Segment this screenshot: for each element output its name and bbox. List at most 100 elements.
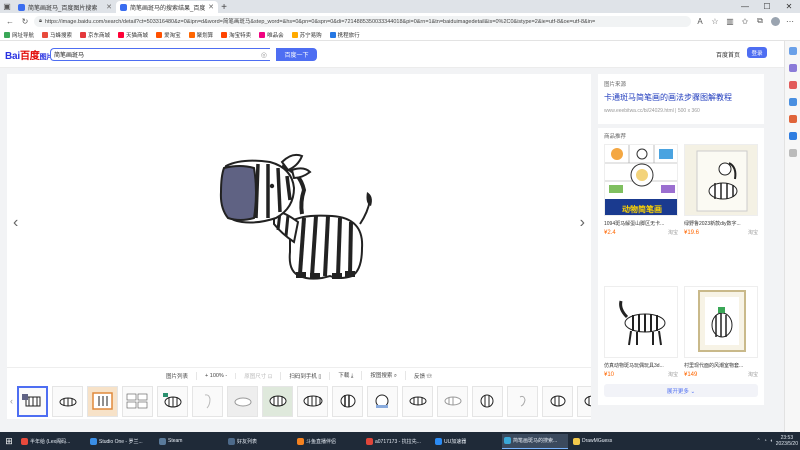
tab-search-results[interactable]: 简笔画斑马_百度图片搜索 ✕: [14, 1, 116, 13]
login-button[interactable]: 登录: [747, 47, 767, 58]
favorite-star-icon[interactable]: ☆: [709, 15, 721, 27]
bookmark-item[interactable]: 唯品会: [259, 31, 284, 39]
next-image-icon[interactable]: ›: [580, 214, 585, 232]
taskbar-app-label: Steam: [168, 438, 183, 444]
tray-chevron-icon[interactable]: ⌃: [756, 438, 760, 444]
taskbar-app[interactable]: UU加速器: [433, 434, 499, 449]
thumbnail[interactable]: [17, 385, 48, 417]
thumbnail[interactable]: [122, 385, 153, 417]
windows-start-icon[interactable]: ⊞: [2, 434, 16, 448]
taskbar-app[interactable]: Steam: [157, 434, 223, 449]
tab-title: 简笔画斑马_百度图片搜索: [28, 5, 98, 12]
search-by-image-button[interactable]: 按图搜索 ⌕: [362, 371, 406, 380]
zoom-control[interactable]: + 100% -: [197, 372, 237, 379]
thumbnail[interactable]: [227, 385, 258, 417]
feedback-button[interactable]: 反馈 ☏: [406, 372, 440, 380]
taskbar-app[interactable]: 简笔画斑马的搜索...: [502, 433, 568, 449]
add-icon[interactable]: [788, 149, 797, 157]
baidu-home-link[interactable]: 百度首页: [716, 50, 740, 59]
search-input[interactable]: 简笔画斑马 ◎: [50, 48, 270, 61]
taskbar-app[interactable]: 斗鱼直播伴侣: [295, 434, 361, 449]
bookmark-item[interactable]: 京东商城: [80, 31, 110, 39]
new-tab-icon[interactable]: +: [218, 1, 230, 13]
search-icon[interactable]: [788, 47, 797, 55]
favorites-icon[interactable]: ✩: [739, 15, 751, 27]
taskbar-app[interactable]: 好友列表: [226, 434, 292, 449]
thumbnail[interactable]: [367, 385, 398, 417]
thumbnail[interactable]: [87, 385, 118, 417]
taskbar-app[interactable]: DrawMGuess: [571, 434, 637, 449]
maximize-icon[interactable]: ☐: [756, 0, 778, 13]
split-screen-icon[interactable]: ▥: [724, 15, 736, 27]
app-icon: [228, 437, 235, 445]
thumbnail-strip: ‹ ›: [7, 383, 591, 419]
tab-image-detail[interactable]: 简笔画斑马的搜索结果_百度图片 ✕: [116, 1, 218, 13]
thumbnail[interactable]: [507, 385, 538, 417]
original-size-button[interactable]: 原图尺寸 ⊡: [236, 371, 282, 380]
avatar[interactable]: [769, 15, 781, 27]
product-card[interactable]: 绿野鲁2023新款diy数字... ¥19.6 淘宝: [684, 144, 758, 236]
taskbar-app[interactable]: Studio One - 罗兰...: [88, 434, 154, 449]
close-tab-icon[interactable]: ✕: [208, 3, 214, 11]
product-card[interactable]: 动物简笔画 1094斑马解蛋山脚区无卡... ¥2.4 淘宝: [604, 144, 678, 236]
minimize-icon[interactable]: —: [734, 0, 756, 13]
network-icon[interactable]: ◔: [764, 438, 767, 444]
bookmark-item[interactable]: 苏宁易购: [291, 31, 322, 39]
read-aloud-icon[interactable]: A: [694, 15, 706, 27]
show-more-button[interactable]: 展开更多 ⌄: [604, 384, 758, 397]
thumbnail[interactable]: [472, 385, 503, 417]
bookmark-item[interactable]: 携程旅行: [329, 31, 360, 39]
bookmark-item[interactable]: 淘宝特卖: [221, 31, 251, 39]
baidu-logo[interactable]: Bai百度图片: [5, 47, 53, 62]
camera-icon[interactable]: ◎: [261, 51, 267, 59]
close-tab-icon[interactable]: ✕: [106, 3, 112, 11]
bookmark-label: 网址导航: [12, 32, 35, 39]
thumbnail[interactable]: [332, 385, 363, 417]
thumbnail[interactable]: [192, 385, 223, 417]
taskbar-app-label: 简笔画斑马的搜索...: [513, 438, 558, 444]
tools-icon[interactable]: [788, 81, 797, 89]
prev-image-icon[interactable]: ‹: [13, 214, 18, 232]
back-icon[interactable]: ←: [4, 15, 16, 27]
games-icon[interactable]: [788, 98, 797, 106]
bookmark-item[interactable]: 马蜂搜索: [42, 31, 72, 39]
clock[interactable]: 23:53 2023/5/20: [776, 435, 798, 447]
bookmark-item[interactable]: 爱淘宝: [156, 31, 181, 39]
close-window-icon[interactable]: ✕: [778, 0, 800, 13]
taskbar-app[interactable]: a0717173 - 抗拉先...: [364, 434, 430, 449]
image-list-button[interactable]: 图片列表: [158, 371, 198, 380]
source-site: www.eeebitwa.cc/bi/24029.html | 500 x 36…: [604, 108, 700, 114]
refresh-icon[interactable]: ↻: [19, 15, 31, 27]
window-menu-icon[interactable]: ▣: [0, 0, 14, 13]
more-menu-icon[interactable]: ⋯: [784, 15, 796, 27]
thumbnail[interactable]: [262, 385, 293, 417]
bookmark-label: 爱淘宝: [164, 32, 181, 39]
product-price: ¥2.4: [604, 229, 616, 236]
product-card[interactable]: 仿真动物斑马玩偶玩具3d... ¥10 淘宝: [604, 286, 678, 378]
thumbnail[interactable]: [577, 385, 591, 417]
zebra-image: [219, 153, 372, 280]
source-title-link[interactable]: 卡通斑马简笔画的画法步骤图解教程: [604, 92, 758, 103]
shopping-icon[interactable]: [788, 64, 797, 72]
bookmark-item[interactable]: 天猫商城: [118, 31, 148, 39]
search-button[interactable]: 百度一下: [276, 48, 317, 61]
thumbnail[interactable]: [437, 385, 468, 417]
thumb-prev-icon[interactable]: ‹: [10, 396, 13, 406]
thumbnail[interactable]: [297, 385, 328, 417]
volume-icon[interactable]: ◖: [770, 438, 773, 444]
bookmark-item[interactable]: 网址导航: [4, 31, 34, 39]
download-button[interactable]: 下载 ⤓: [330, 371, 363, 380]
thumbnail[interactable]: [52, 385, 83, 417]
taskbar-app[interactable]: 半年给 (Lex阁码...: [19, 434, 85, 449]
url-field[interactable]: 🔒︎ https://image.baidu.com/search/detail…: [34, 15, 691, 27]
office-icon[interactable]: [788, 115, 797, 123]
thumbnail[interactable]: [402, 385, 433, 417]
collections-icon[interactable]: ⧉: [754, 15, 766, 27]
thumbnail[interactable]: [542, 385, 573, 417]
thumbnail[interactable]: [157, 385, 188, 417]
bookmark-item[interactable]: 聚划算: [188, 31, 213, 39]
outlook-icon[interactable]: [788, 132, 797, 140]
scan-to-phone-button[interactable]: 扫码到手机 ▯: [281, 371, 331, 380]
product-price: ¥149: [684, 371, 698, 378]
product-card[interactable]: 村里现代面的风潮室物套... ¥149 淘宝: [684, 286, 758, 378]
